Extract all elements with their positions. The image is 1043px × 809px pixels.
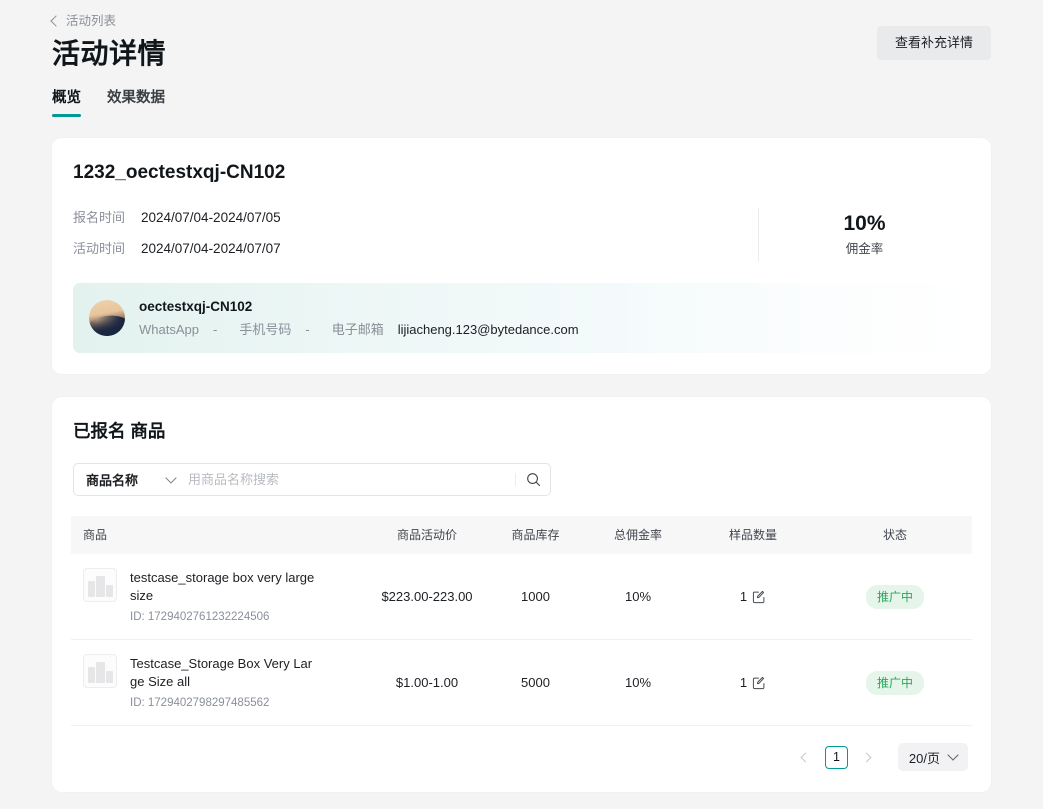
whatsapp-label: WhatsApp <box>139 322 199 337</box>
page-root: 活动列表 活动详情 查看补充详情 概览 效果数据 1232_oectestxqj… <box>0 0 1043 809</box>
table-header-row: 商品 商品活动价 商品库存 总佣金率 样品数量 状态 <box>71 516 972 554</box>
product-sample-qty-cell: 1 <box>688 639 818 726</box>
products-table-body: testcase_storage box very large size ID:… <box>71 554 972 726</box>
tab-overview[interactable]: 概览 <box>52 88 81 117</box>
phone-label: 手机号码 <box>239 322 292 337</box>
edit-sample-qty-button[interactable] <box>752 590 766 604</box>
column-header-stock: 商品库存 <box>483 516 588 554</box>
table-row: testcase_storage box very large size ID:… <box>71 554 972 640</box>
page-header: 活动列表 活动详情 查看补充详情 <box>0 0 1043 72</box>
product-text: Testcase_Storage Box Very Large Size all… <box>130 654 316 711</box>
column-header-status: 状态 <box>818 516 972 554</box>
search-button[interactable] <box>516 464 550 495</box>
table-row: Testcase_Storage Box Very Large Size all… <box>71 639 972 726</box>
product-info: Testcase_Storage Box Very Large Size all… <box>83 654 363 711</box>
product-thumbnail-icon <box>83 654 117 688</box>
whatsapp-value: - <box>212 322 218 337</box>
phone-value: - <box>305 322 310 337</box>
search-icon <box>526 473 540 487</box>
product-status-cell: 推广中 <box>818 554 972 640</box>
avatar <box>89 300 125 336</box>
products-section-title: 已报名 商品 <box>73 421 166 441</box>
registered-products-card: 已报名 商品 商品名称 商品 商 <box>52 397 991 792</box>
status-badge: 推广中 <box>865 584 924 609</box>
product-commission: 10% <box>588 554 688 640</box>
creator-name: oectestxqj-CN102 <box>139 299 253 314</box>
tab-bar: 概览 效果数据 <box>0 88 1043 117</box>
product-id: ID: 1729402798297485562 <box>130 697 270 709</box>
pagination-prev-button[interactable] <box>793 746 816 769</box>
pagination-page-1[interactable]: 1 <box>824 745 848 769</box>
product-sample-qty-cell: 1 <box>688 554 818 640</box>
page-size-select[interactable]: 20/页 <box>897 743 968 771</box>
sample-qty-value: 1 <box>739 589 748 604</box>
product-stock: 1000 <box>483 554 588 640</box>
chevron-right-icon <box>861 752 872 762</box>
pagination-next-button[interactable] <box>857 746 880 769</box>
edit-icon <box>753 676 765 689</box>
product-name: testcase_storage box very large size <box>130 570 315 603</box>
product-id: ID: 1729402761232224506 <box>130 611 270 623</box>
commission-rate-stat: 10% 佣金率 <box>758 208 970 262</box>
search-input[interactable] <box>186 464 515 495</box>
edit-sample-qty-button[interactable] <box>752 676 766 690</box>
product-status-cell: 推广中 <box>818 639 972 726</box>
page-size-value: 20/页 <box>908 750 940 766</box>
product-info: testcase_storage box very large size ID:… <box>83 568 363 625</box>
product-thumbnail-icon <box>83 568 117 602</box>
meta-row-signup-time: 报名时间 2024/07/04-2024/07/05 <box>73 208 734 228</box>
column-header-product: 商品 <box>71 516 371 554</box>
sample-qty-group: 1 <box>740 589 766 604</box>
creator-info: oectestxqj-CN102 WhatsApp - 手机号码 - 电子邮箱 … <box>139 297 579 339</box>
email-value: lijiacheng.123@bytedance.com <box>397 322 579 337</box>
breadcrumb-label: 活动列表 <box>66 14 117 28</box>
commission-rate-label: 佣金率 <box>845 242 884 256</box>
pagination: 1 20/页 <box>71 726 972 773</box>
view-supplement-details-button[interactable]: 查看补充详情 <box>876 26 991 60</box>
product-name: Testcase_Storage Box Very Large Size all <box>130 656 313 689</box>
campaign-detail-body: 报名时间 2024/07/04-2024/07/05 活动时间 2024/07/… <box>73 208 970 262</box>
creator-contacts: WhatsApp - 手机号码 - 电子邮箱 lijiacheng.123@by… <box>139 321 579 339</box>
chevron-down-icon <box>947 749 959 761</box>
products-table: 商品 商品活动价 商品库存 总佣金率 样品数量 状态 testcase_stor… <box>71 516 972 726</box>
status-badge: 推广中 <box>865 670 924 695</box>
chevron-left-icon <box>50 15 62 27</box>
edit-icon <box>753 590 765 603</box>
product-price: $1.00-1.00 <box>371 639 483 726</box>
commission-rate-value: 10% <box>843 212 886 235</box>
sample-qty-group: 1 <box>740 675 766 690</box>
meta-label-campaign-time: 活动时间 <box>73 241 126 256</box>
meta-label-signup-time: 报名时间 <box>73 210 126 225</box>
product-cell: testcase_storage box very large size ID:… <box>71 554 371 640</box>
products-table-header: 商品 商品活动价 商品库存 总佣金率 样品数量 状态 <box>71 516 972 554</box>
campaign-detail-card: 1232_oectestxqj-CN102 报名时间 2024/07/04-20… <box>52 138 991 374</box>
chevron-down-icon <box>165 471 177 484</box>
page-title: 活动详情 <box>52 38 167 69</box>
product-commission: 10% <box>588 639 688 726</box>
creator-banner: oectestxqj-CN102 WhatsApp - 手机号码 - 电子邮箱 … <box>73 283 970 353</box>
column-header-price: 商品活动价 <box>371 516 483 554</box>
chevron-left-icon <box>800 752 811 762</box>
meta-value-signup-time: 2024/07/04-2024/07/05 <box>141 210 281 225</box>
product-search-bar: 商品名称 <box>73 463 551 496</box>
product-stock: 5000 <box>483 639 588 726</box>
breadcrumb[interactable]: 活动列表 <box>50 13 117 29</box>
meta-value-campaign-time: 2024/07/04-2024/07/07 <box>141 241 281 256</box>
meta-row-campaign-time: 活动时间 2024/07/04-2024/07/07 <box>73 239 734 259</box>
product-price: $223.00-223.00 <box>371 554 483 640</box>
search-field-select-value: 商品名称 <box>86 473 139 488</box>
product-cell: Testcase_Storage Box Very Large Size all… <box>71 639 371 726</box>
column-header-sample-qty: 样品数量 <box>688 516 818 554</box>
campaign-meta-list: 报名时间 2024/07/04-2024/07/05 活动时间 2024/07/… <box>73 208 758 262</box>
campaign-name: 1232_oectestxqj-CN102 <box>73 162 286 183</box>
sample-qty-value: 1 <box>739 675 748 690</box>
tab-performance-data[interactable]: 效果数据 <box>107 88 165 117</box>
email-label: 电子邮箱 <box>331 322 384 337</box>
search-field-select[interactable]: 商品名称 <box>74 464 186 495</box>
column-header-commission: 总佣金率 <box>588 516 688 554</box>
product-text: testcase_storage box very large size ID:… <box>130 568 316 625</box>
